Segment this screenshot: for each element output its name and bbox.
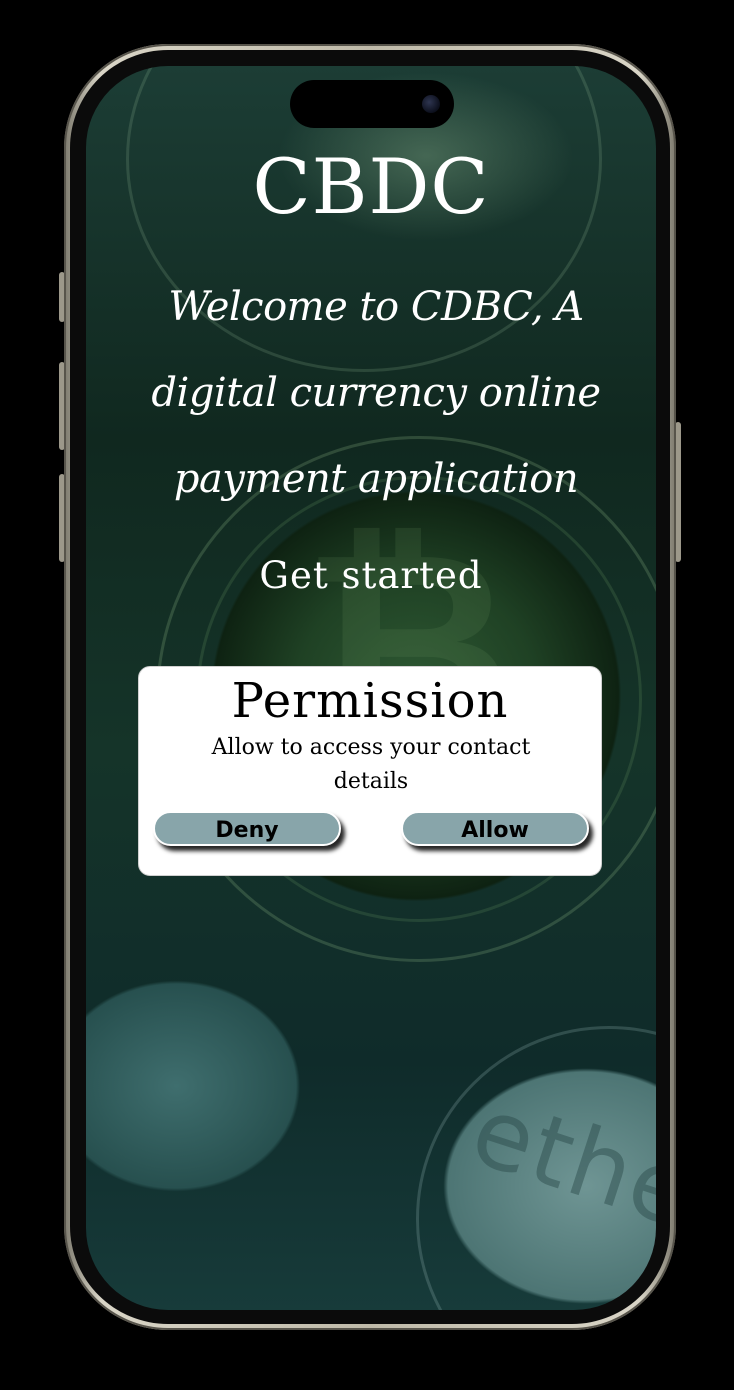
camera-icon xyxy=(422,95,440,113)
permission-dialog-title: Permission xyxy=(231,673,509,729)
welcome-message: Welcome to CDBC, A digital currency onli… xyxy=(151,284,601,502)
allow-button[interactable]: Allow xyxy=(401,811,589,846)
dynamic-island xyxy=(290,80,454,128)
permission-dialog-message: Allow to access your contact details xyxy=(211,735,531,794)
permission-dialog: Permission Allow to access your contact … xyxy=(138,666,602,876)
get-started-button[interactable]: Get started xyxy=(86,554,656,597)
deny-button[interactable]: Deny xyxy=(153,811,341,846)
app-screen: ₿ ethe CBDC Welcome to CDBC, A digital c… xyxy=(86,66,656,1310)
app-title: CBDC xyxy=(252,142,490,231)
